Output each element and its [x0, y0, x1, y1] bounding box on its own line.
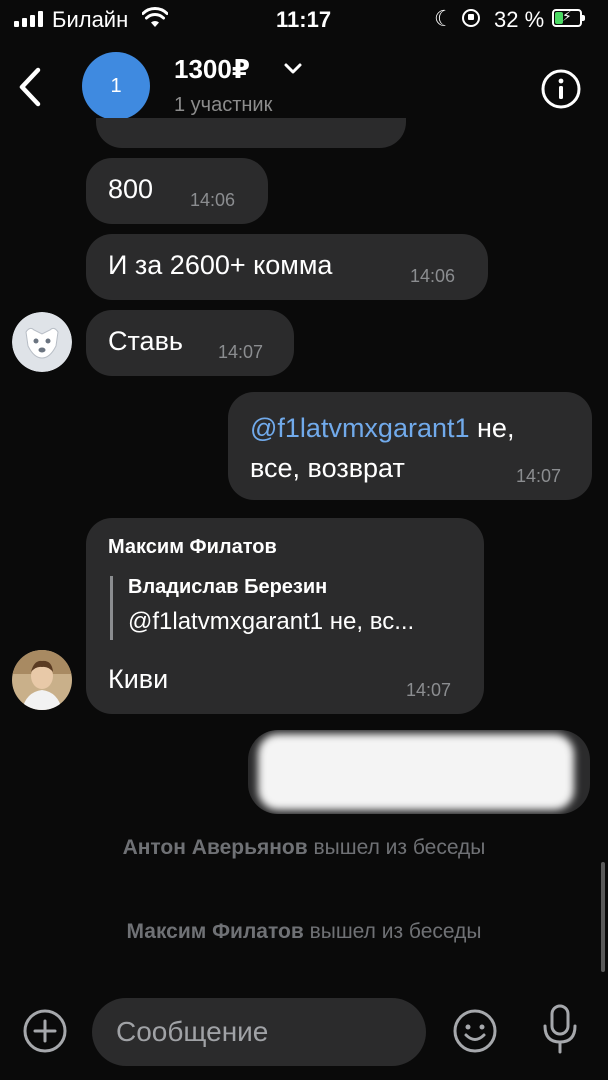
status-time: 11:17 — [276, 7, 332, 32]
message-time: 14:06 — [410, 266, 456, 286]
reply-quote-bar — [110, 576, 113, 640]
battery-charging-icon: ⚡ — [552, 8, 585, 27]
message-bubble-partial[interactable] — [96, 118, 406, 148]
signal-icon — [14, 11, 43, 27]
message-bubble[interactable]: 800 14:06 — [86, 158, 268, 224]
service-action: вышел из беседы — [307, 836, 486, 859]
rotation-lock-icon — [462, 9, 480, 27]
wifi-icon — [142, 7, 168, 27]
service-message: Максим Филатов вышел из беседы — [0, 920, 608, 944]
moon-icon: ☾ — [434, 6, 454, 31]
carrier-name: Билайн — [52, 7, 129, 32]
message-bubble-outgoing[interactable]: @f1latvmxgarant1 не, все, возврат 14:07 — [228, 392, 592, 500]
message-text: 800 — [108, 174, 154, 204]
message-time: 14:07 — [516, 466, 562, 486]
service-message: Антон Аверьянов вышел из беседы — [0, 836, 608, 860]
plus-icon[interactable] — [22, 1008, 68, 1054]
reply-author[interactable]: Владислав Березин — [128, 576, 327, 599]
message-bubble-reply[interactable]: Максим Филатов Владислав Березин @f1latv… — [86, 518, 484, 714]
chat-screen: Билайн 11:17 ☾ 32 % ⚡ 1 1300₽ 1 участник — [0, 0, 608, 1080]
service-user-name[interactable]: Антон Аверьянов — [123, 836, 308, 859]
message-time: 14:06 — [190, 190, 236, 210]
message-time: 14:07 — [406, 680, 452, 700]
message-bubble[interactable]: И за 2600+ комма 14:06 — [86, 234, 488, 300]
microphone-icon[interactable] — [540, 1004, 580, 1056]
battery-percent: 32 % — [494, 7, 545, 32]
back-icon[interactable] — [10, 62, 50, 112]
message-composer — [0, 990, 608, 1080]
chevron-down-icon[interactable] — [282, 58, 304, 80]
reply-text[interactable]: @f1latvmxgarant1 не, вс... — [128, 608, 414, 636]
message-bubble[interactable]: Ставь 14:07 — [86, 310, 294, 376]
service-action: вышел из беседы — [303, 920, 482, 943]
message-input[interactable] — [92, 998, 426, 1066]
chat-avatar[interactable]: 1 — [82, 52, 150, 120]
redaction-overlay — [258, 734, 574, 810]
message-text-part: не, — [469, 413, 515, 443]
message-text: @f1latvmxgarant1 не, все, возврат — [250, 408, 514, 488]
scrollbar[interactable] — [601, 862, 605, 972]
message-text: Киви — [108, 664, 169, 694]
emoji-icon[interactable] — [452, 1008, 498, 1054]
chat-subtitle: 1 участник — [174, 94, 273, 116]
chat-avatar-letter: 1 — [110, 74, 122, 97]
message-author[interactable]: Максим Филатов — [108, 536, 277, 559]
bolt-icon: ⚡ — [562, 8, 572, 24]
status-bar: Билайн 11:17 ☾ 32 % ⚡ — [0, 0, 608, 40]
user-avatar[interactable] — [12, 650, 72, 710]
message-time: 14:07 — [218, 342, 264, 362]
service-user-name[interactable]: Максим Филатов — [127, 920, 304, 943]
user-avatar[interactable] — [12, 312, 72, 372]
message-text: Ставь — [108, 326, 183, 356]
message-text: И за 2600+ комма — [108, 250, 333, 280]
chat-title[interactable]: 1300₽ — [174, 54, 250, 85]
info-icon[interactable] — [540, 68, 582, 110]
message-text-part: все, возврат — [250, 453, 405, 483]
mention-link[interactable]: @f1latvmxgarant1 — [250, 413, 470, 443]
redacted-message-bubble[interactable] — [248, 730, 590, 814]
